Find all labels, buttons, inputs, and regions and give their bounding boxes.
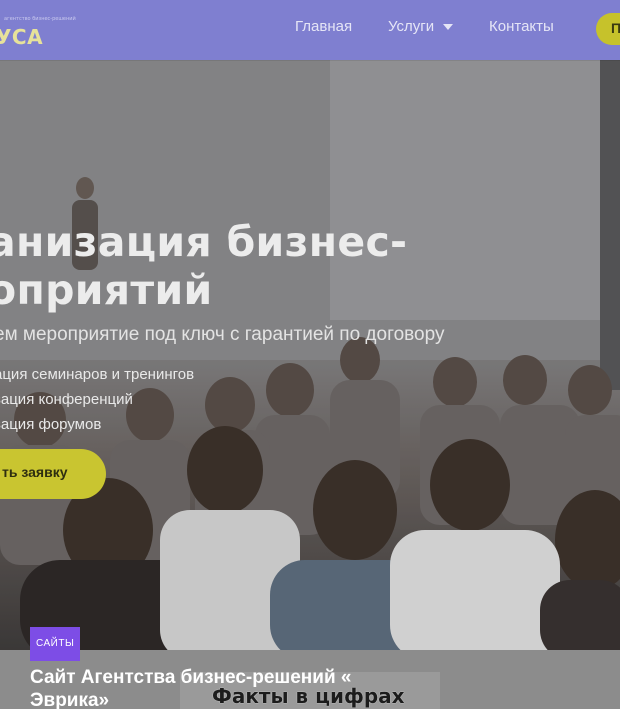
nav-home[interactable]: Главная	[295, 18, 352, 35]
chevron-down-icon	[443, 24, 454, 31]
nav-services[interactable]: Услуги	[388, 18, 454, 35]
hero-service-list: ация семинаров и тренингов зация конфере…	[0, 362, 194, 437]
hero-subtitle: ем мероприятие под ключ с гарантией по д…	[0, 324, 445, 345]
logo-tagline: агентство бизнес-решений	[4, 16, 76, 22]
logo-text: УСА	[0, 25, 44, 49]
nav-home-label: Главная	[295, 18, 353, 35]
hero-list-item: зация конференций	[0, 391, 133, 408]
hero-section: анизация бизнес- оприятий ем мероприятие…	[0, 60, 620, 650]
hero-title: анизация бизнес- оприятий	[0, 218, 407, 314]
site-header: агентство бизнес-решений УСА Главная Усл…	[0, 0, 620, 60]
page: анизация бизнес- оприятий ем мероприятие…	[0, 0, 620, 709]
header-cta-button[interactable]: П	[596, 13, 620, 45]
category-tag[interactable]: САЙТЫ	[30, 627, 81, 661]
hero-list-item: ация семинаров и тренингов	[0, 366, 195, 383]
nav-services-label: Услуги	[388, 18, 435, 35]
nav-contacts-label: Контакты	[489, 18, 554, 35]
submit-request-button-label: ть заявку	[2, 464, 68, 480]
hero-title-line-2: оприятий	[0, 266, 213, 314]
header-cta-label: П	[611, 20, 620, 36]
hero-photo	[0, 60, 620, 650]
card-title[interactable]: Сайт Агентства бизнес-решений « Эврика»	[30, 666, 410, 709]
nav-contacts[interactable]: Контакты	[489, 18, 554, 35]
hero-title-line-1: анизация бизнес-	[0, 218, 408, 266]
hero-list-item: зация форумов	[0, 416, 102, 433]
submit-request-button[interactable]: ть заявку	[0, 449, 106, 499]
